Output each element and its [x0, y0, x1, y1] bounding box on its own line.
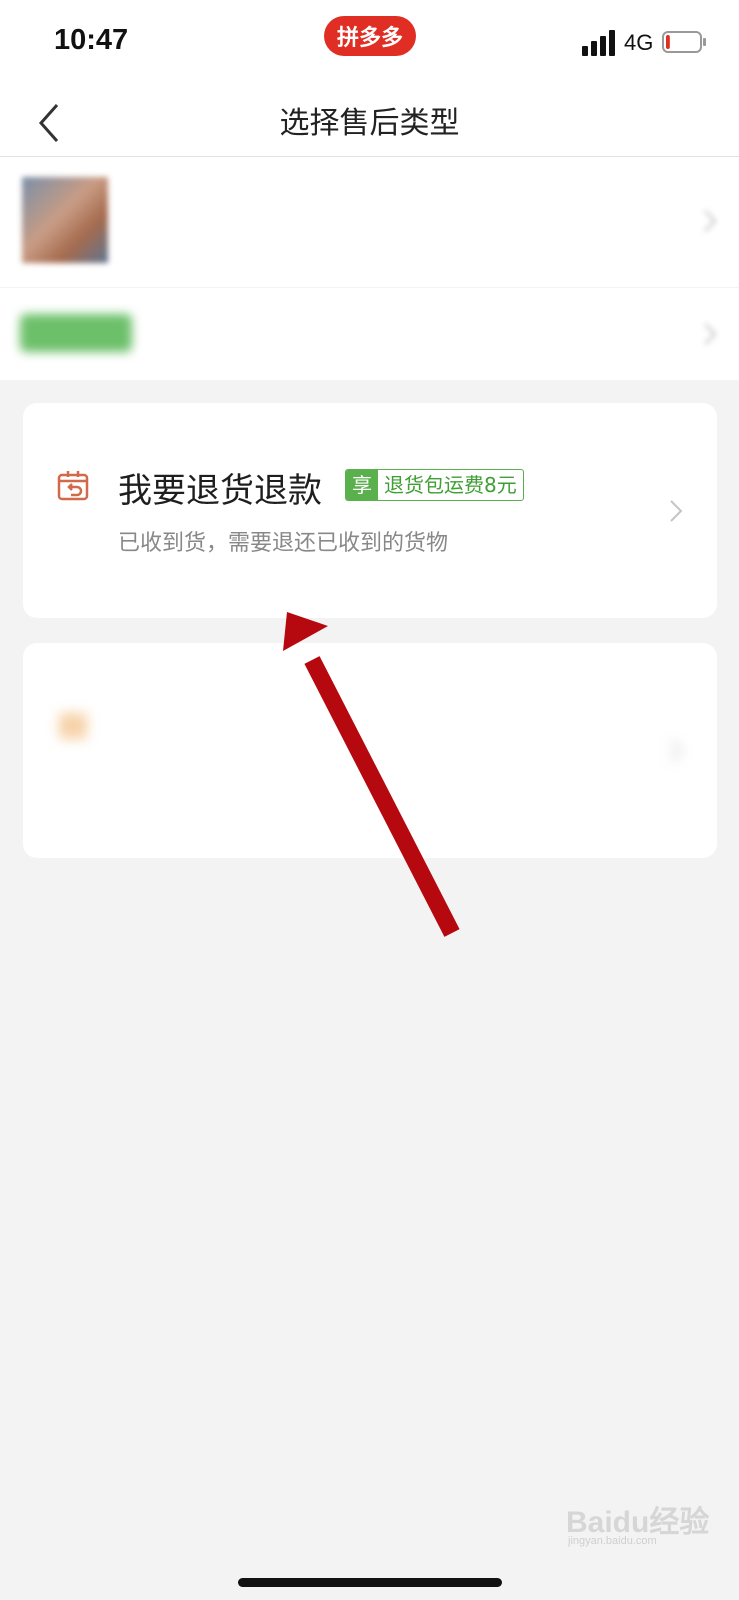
perk-text: 退货包运费8元: [384, 473, 517, 497]
chevron-right-icon: [704, 323, 717, 345]
cellular-signal-icon: [582, 30, 615, 56]
battery-icon: [662, 31, 706, 53]
status-tag: [20, 314, 132, 352]
chevron-right-icon: [670, 500, 683, 522]
product-summary-row[interactable]: [0, 157, 739, 287]
nav-bar: 选择售后类型: [0, 88, 739, 157]
refund-icon: [59, 713, 87, 739]
status-bar: 10:47 拼多多 4G: [0, 0, 739, 88]
page-title: 选择售后类型: [279, 106, 460, 141]
option-refund-only[interactable]: [23, 643, 717, 858]
status-time: 10:47: [54, 24, 129, 56]
baidu-watermark-url: jingyan.baidu.com: [568, 1535, 657, 1547]
shipping-perk-badge: 享 退货包运费8元: [345, 469, 524, 501]
chevron-right-icon: [704, 210, 717, 232]
option-return-refund[interactable]: 我要退货退款 享 退货包运费8元 已收到货，需要退还已收到的货物: [23, 403, 717, 618]
product-thumbnail: [22, 177, 108, 263]
return-box-icon: [57, 471, 89, 501]
brand-badge: 拼多多: [324, 16, 416, 56]
option-description: 已收到货，需要退还已收到的货物: [118, 531, 449, 556]
chevron-right-icon: [670, 740, 683, 762]
perk-prefix: 享: [346, 470, 378, 500]
home-indicator: [238, 1578, 502, 1587]
option-title: 我要退货退款: [118, 471, 322, 511]
order-status-row[interactable]: [0, 288, 739, 380]
network-type: 4G: [624, 30, 654, 55]
